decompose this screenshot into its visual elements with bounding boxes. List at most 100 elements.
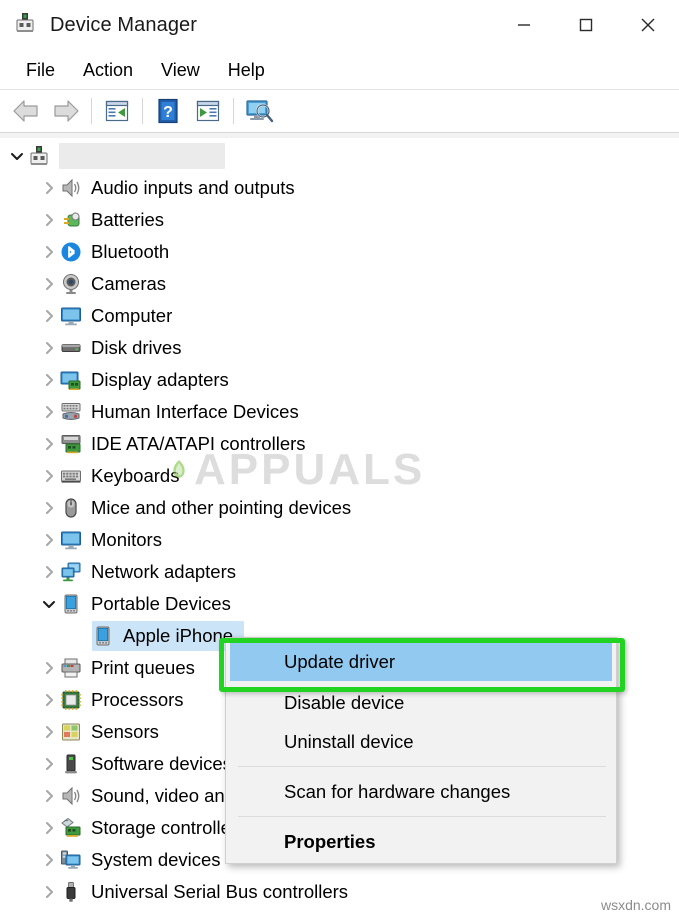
forward-button[interactable] [46, 94, 86, 128]
tree-item-label: Processors [91, 688, 184, 710]
chevron-right-icon[interactable] [38, 748, 60, 780]
toolbar-separator [233, 98, 234, 124]
system-device-icon [60, 849, 82, 871]
tree-item-label: Audio inputs and outputs [91, 176, 295, 198]
tree-item-label: Print queues [91, 656, 195, 678]
bluetooth-icon [60, 241, 82, 263]
portable-device-icon [60, 593, 82, 615]
tree-item-label: System devices [91, 848, 221, 870]
chevron-right-icon[interactable] [38, 556, 60, 588]
chevron-right-icon[interactable] [38, 332, 60, 364]
toolbar-separator [142, 98, 143, 124]
chevron-right-icon[interactable] [38, 396, 60, 428]
tree-item-label: Storage controllers [91, 816, 247, 838]
minimize-button[interactable] [493, 0, 555, 50]
tree-item-label: Monitors [91, 528, 162, 550]
context-menu-item-disable-device[interactable]: Disable device [226, 683, 616, 722]
usb-icon [60, 881, 82, 903]
tree-item-label: Keyboards [91, 464, 180, 486]
tree-item-label: Mice and other pointing devices [91, 496, 352, 518]
device-manager-icon [14, 12, 40, 38]
tree-item-portable-devices[interactable]: Portable Devices [0, 588, 679, 620]
tree-item-label: Universal Serial Bus controllers [91, 880, 349, 902]
chevron-right-icon[interactable] [38, 268, 60, 300]
chevron-right-icon[interactable] [38, 780, 60, 812]
tree-item-cameras[interactable]: Cameras [0, 268, 679, 300]
tree-item-audio-inputs-and-outputs[interactable]: Audio inputs and outputs [0, 172, 679, 204]
hid-icon [60, 401, 82, 423]
chevron-right-icon[interactable] [38, 204, 60, 236]
tree-item-label: Software devices [91, 752, 232, 774]
tree-item-universal-serial-bus-controllers[interactable]: Universal Serial Bus controllers [0, 876, 679, 908]
menu-help[interactable]: Help [214, 57, 279, 84]
chevron-right-icon[interactable] [38, 812, 60, 844]
chevron-right-icon[interactable] [38, 460, 60, 492]
tree-item-disk-drives[interactable]: Disk drives [0, 332, 679, 364]
context-menu-separator [238, 816, 606, 817]
menu-action[interactable]: Action [69, 57, 147, 84]
tree-item-label: Human Interface Devices [91, 400, 299, 422]
close-icon [641, 18, 655, 32]
printer-icon [60, 657, 82, 679]
back-button[interactable] [6, 94, 46, 128]
sensor-icon [60, 721, 82, 743]
tree-item-label: Network adapters [91, 560, 236, 582]
chevron-right-icon[interactable] [38, 716, 60, 748]
context-menu[interactable]: Update driver Disable device Uninstall d… [225, 637, 617, 864]
ide-controller-icon [60, 433, 82, 455]
window-controls [493, 0, 679, 50]
chevron-right-icon[interactable] [38, 428, 60, 460]
storage-controller-icon [60, 817, 82, 839]
tree-item-bluetooth[interactable]: Bluetooth [0, 236, 679, 268]
scan-hardware-button[interactable] [239, 94, 279, 128]
display-adapter-icon [60, 369, 82, 391]
chevron-right-icon[interactable] [38, 684, 60, 716]
processor-icon [60, 689, 82, 711]
chevron-down-icon[interactable] [38, 588, 60, 620]
camera-icon [60, 273, 82, 295]
scan-list-button[interactable] [188, 94, 228, 128]
chevron-right-icon[interactable] [38, 172, 60, 204]
chevron-right-icon[interactable] [38, 844, 60, 876]
speaker-icon [60, 785, 82, 807]
properties-button[interactable] [97, 94, 137, 128]
tree-item-monitors[interactable]: Monitors [0, 524, 679, 556]
tree-item-batteries[interactable]: Batteries [0, 204, 679, 236]
tree-root-node[interactable] [0, 140, 679, 172]
tree-item-label: Batteries [91, 208, 165, 230]
tree-item-label: Apple iPhone [123, 624, 234, 646]
maximize-button[interactable] [555, 0, 617, 50]
help-button[interactable]: ? [148, 94, 188, 128]
tree-item-network-adapters[interactable]: Network adapters [0, 556, 679, 588]
context-menu-item-update-driver[interactable]: Update driver [230, 643, 612, 681]
chevron-right-icon[interactable] [38, 524, 60, 556]
toolbar-separator [91, 98, 92, 124]
menu-view[interactable]: View [147, 57, 214, 84]
tree-item-mice-and-other-pointing-devices[interactable]: Mice and other pointing devices [0, 492, 679, 524]
chevron-right-icon[interactable] [38, 876, 60, 908]
computer-root-icon [28, 145, 50, 167]
scan-list-icon [196, 100, 220, 122]
tree-item-ide-ata-atapi-controllers[interactable]: IDE ATA/ATAPI controllers [0, 428, 679, 460]
close-button[interactable] [617, 0, 679, 50]
tree-item-label: Bluetooth [91, 240, 170, 262]
minimize-icon [518, 24, 530, 26]
tree-item-display-adapters[interactable]: Display adapters [0, 364, 679, 396]
context-menu-item-scan-for-hardware-changes[interactable]: Scan for hardware changes [226, 772, 616, 811]
chevron-right-icon[interactable] [38, 364, 60, 396]
back-arrow-icon [13, 100, 38, 122]
window-title: Device Manager [50, 13, 198, 36]
tree-item-keyboards[interactable]: Keyboards [0, 460, 679, 492]
svg-text:?: ? [163, 104, 173, 121]
portable-device-icon [92, 625, 114, 647]
chevron-right-icon[interactable] [38, 236, 60, 268]
chevron-right-icon[interactable] [38, 300, 60, 332]
tree-item-computer[interactable]: Computer [0, 300, 679, 332]
tree-item-human-interface-devices[interactable]: Human Interface Devices [0, 396, 679, 428]
chevron-right-icon[interactable] [38, 492, 60, 524]
context-menu-item-uninstall-device[interactable]: Uninstall device [226, 722, 616, 761]
context-menu-item-properties[interactable]: Properties [226, 822, 616, 861]
chevron-down-icon[interactable] [6, 140, 28, 172]
chevron-right-icon[interactable] [38, 652, 60, 684]
menu-file[interactable]: File [12, 57, 69, 84]
